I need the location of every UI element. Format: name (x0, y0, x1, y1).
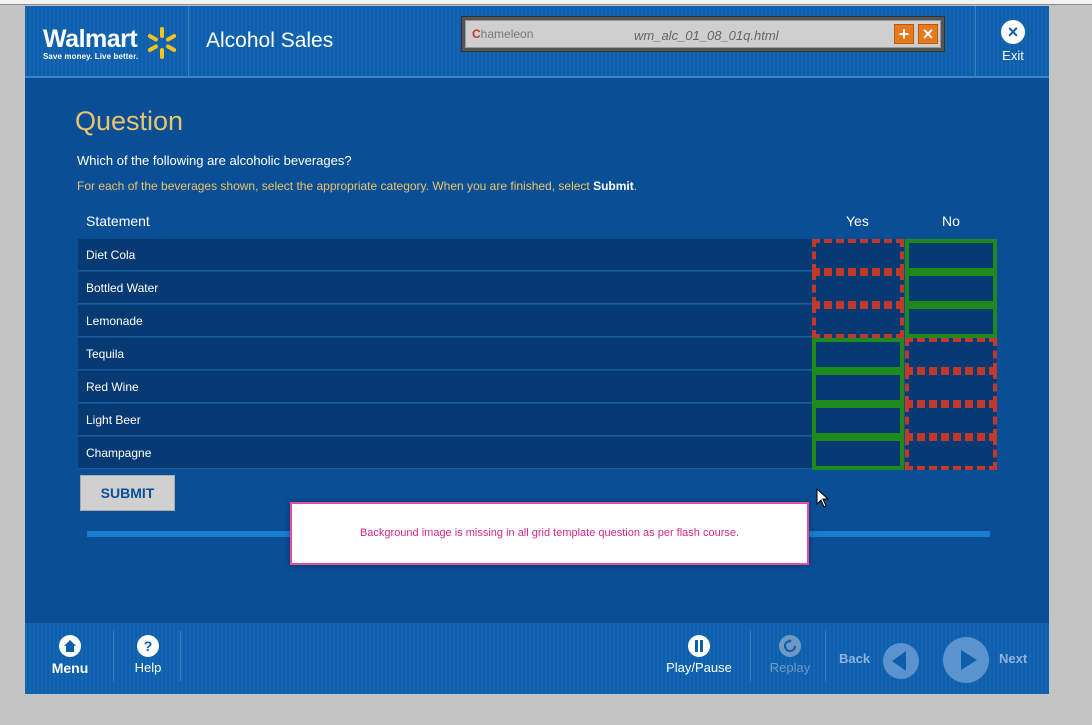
instruction-submit-word: Submit (593, 179, 634, 193)
no-answer-cell[interactable] (905, 404, 997, 437)
walmart-spark-icon (147, 27, 177, 59)
mouse-cursor-icon (816, 488, 830, 508)
chameleon-logo-text: hameleon (480, 27, 534, 41)
footer-divider (180, 631, 181, 681)
yes-answer-cell[interactable] (812, 437, 904, 470)
yes-answer-cell[interactable] (812, 404, 904, 437)
statement-label: Bottled Water (86, 281, 159, 295)
review-note: Background image is missing in all grid … (290, 502, 809, 565)
footer-bar: Menu ? Help Play/Pause Replay Back Next (25, 623, 1049, 694)
footer-divider (113, 631, 114, 681)
close-icon: × (1001, 20, 1025, 44)
chameleon-logo-initial: C (472, 27, 481, 41)
statement-label: Light Beer (86, 413, 141, 427)
replay-icon (779, 635, 801, 657)
menu-button[interactable]: Menu (50, 635, 90, 676)
yes-answer-cell[interactable] (812, 338, 904, 371)
statement-label: Champagne (86, 446, 152, 460)
chameleon-logo: Chameleon (472, 27, 533, 41)
statement-label: Tequila (86, 347, 125, 361)
play-pause-label: Play/Pause (666, 660, 732, 675)
walmart-logo: Walmart Save money. Live better. (43, 26, 138, 61)
help-label: Help (134, 660, 162, 675)
no-answer-cell[interactable] (905, 239, 997, 272)
brand-name: Walmart (43, 25, 138, 53)
address-bar-inner: Chameleon wm_alc_01_08_01q.html + × (465, 20, 941, 48)
menu-label: Menu (51, 660, 89, 676)
back-arrow-icon[interactable] (883, 643, 919, 679)
question-instruction: For each of the beverages shown, select … (77, 179, 637, 193)
yes-answer-cell[interactable] (812, 239, 904, 272)
statement-row: Red Wine (78, 371, 812, 403)
exit-button[interactable]: × Exit (995, 20, 1031, 63)
no-answer-cell[interactable] (905, 272, 997, 305)
replay-button[interactable]: Replay (765, 635, 815, 675)
statement-row: Champagne (78, 437, 812, 469)
next-arrow-icon[interactable] (943, 637, 989, 683)
viewer-address-bar: Chameleon wm_alc_01_08_01q.html + × (461, 16, 945, 52)
header-bar: Walmart Save money. Live better. Alcohol… (25, 6, 1049, 78)
yes-answer-cell[interactable] (812, 272, 904, 305)
statement-row: Light Beer (78, 404, 812, 436)
statement-row: Bottled Water (78, 272, 812, 304)
yes-answer-cell[interactable] (812, 371, 904, 404)
course-title: Alcohol Sales (206, 29, 334, 52)
statement-row: Diet Cola (78, 239, 812, 271)
browser-top-edge (0, 0, 1092, 5)
question-text: Which of the following are alcoholic bev… (77, 153, 352, 168)
file-name: wm_alc_01_08_01q.html (634, 28, 779, 43)
help-button[interactable]: ? Help (128, 635, 168, 675)
no-answer-cell[interactable] (905, 338, 997, 371)
statement-row: Lemonade (78, 305, 812, 337)
yes-column-header: Yes (846, 213, 869, 229)
footer-divider (750, 631, 751, 681)
statement-column-header: Statement (86, 213, 150, 229)
brand-tagline: Save money. Live better. (43, 52, 139, 61)
statement-label: Diet Cola (86, 248, 136, 262)
instruction-text: For each of the beverages shown, select … (77, 179, 594, 193)
back-label[interactable]: Back (839, 651, 870, 666)
submit-button[interactable]: SUBMIT (80, 475, 175, 511)
replay-label: Replay (769, 660, 811, 675)
footer-divider (825, 631, 826, 681)
yes-answer-cell[interactable] (812, 305, 904, 338)
pause-icon (688, 635, 710, 657)
header-divider (188, 6, 189, 78)
no-column-header: No (942, 213, 960, 229)
course-player: Walmart Save money. Live better. Alcohol… (25, 6, 1049, 694)
no-answer-cell[interactable] (905, 437, 997, 470)
next-label[interactable]: Next (999, 651, 1027, 666)
no-answer-cell[interactable] (905, 305, 997, 338)
play-pause-button[interactable]: Play/Pause (661, 635, 737, 675)
add-button[interactable]: + (894, 24, 914, 44)
header-divider (975, 6, 976, 78)
no-answer-cell[interactable] (905, 371, 997, 404)
instruction-end: . (633, 179, 638, 193)
statement-label: Red Wine (86, 380, 139, 394)
exit-label: Exit (1002, 48, 1024, 63)
help-icon: ? (137, 635, 159, 657)
close-viewer-button[interactable]: × (918, 24, 938, 44)
statement-label: Lemonade (86, 314, 143, 328)
statement-row: Tequila (78, 338, 812, 370)
question-heading: Question (75, 106, 184, 136)
home-icon (59, 635, 81, 657)
